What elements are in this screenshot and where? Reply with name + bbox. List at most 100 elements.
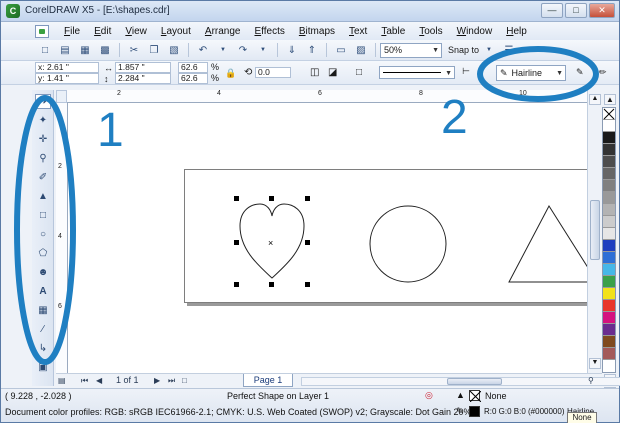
next-page-icon[interactable]: ▶ xyxy=(154,376,160,385)
circle-shape[interactable] xyxy=(369,205,447,283)
redo-dropdown-icon[interactable]: ▼ xyxy=(256,43,270,57)
outline-width-dropdown[interactable]: ✎ Hairline ▼ xyxy=(496,65,566,81)
menu-window[interactable]: Window xyxy=(450,26,500,37)
import-icon[interactable]: ⇓ xyxy=(285,43,299,57)
connector-tool-icon[interactable]: ↳ xyxy=(35,341,51,356)
scroll-up-icon[interactable]: ▲ xyxy=(589,94,601,105)
selection-handle-bottom-left[interactable] xyxy=(234,282,239,287)
menu-view[interactable]: View xyxy=(118,26,154,37)
cut-icon[interactable]: ✂ xyxy=(127,43,141,57)
height-field[interactable]: 2.284 " xyxy=(115,73,171,84)
color-swatch[interactable] xyxy=(603,180,615,192)
drawing-page[interactable]: × xyxy=(184,169,602,303)
copy-icon[interactable]: ❐ xyxy=(147,43,161,57)
to-curves-icon[interactable]: ✏ xyxy=(599,67,607,78)
menu-effects[interactable]: Effects xyxy=(247,26,291,37)
minimize-button[interactable]: — xyxy=(541,3,563,18)
menu-arrange[interactable]: Arrange xyxy=(198,26,248,37)
color-swatch[interactable] xyxy=(603,192,615,204)
width-field[interactable]: 1.857 " xyxy=(115,62,171,73)
rotation-field[interactable]: 0.0 xyxy=(255,67,291,78)
document-icon[interactable] xyxy=(35,24,49,38)
color-swatch[interactable] xyxy=(603,264,615,276)
horizontal-scroll-thumb[interactable] xyxy=(447,378,502,385)
undo-dropdown-icon[interactable]: ▼ xyxy=(216,43,230,57)
text-tool-icon[interactable]: A xyxy=(35,284,51,299)
last-page-icon[interactable]: ⏭ xyxy=(168,376,175,386)
save-icon[interactable]: ▦ xyxy=(78,43,92,57)
horizontal-ruler[interactable]: 2 4 6 8 10 xyxy=(67,90,602,103)
interactive-blend-tool-icon[interactable]: ▣ xyxy=(35,360,51,375)
coreldraw-app-icon[interactable]: C xyxy=(6,4,20,18)
color-swatch[interactable] xyxy=(603,324,615,336)
fill-none-swatch[interactable] xyxy=(469,390,481,402)
color-swatch[interactable] xyxy=(603,252,615,264)
new-document-icon[interactable]: □ xyxy=(38,43,52,57)
arrow-start-icon[interactable]: ⊢ xyxy=(462,66,470,77)
menu-edit[interactable]: Edit xyxy=(87,26,118,37)
rectangle-tool-icon[interactable]: □ xyxy=(35,208,51,223)
ellipse-tool-icon[interactable]: ○ xyxy=(35,227,51,242)
basic-shapes-tool-icon[interactable]: ☻ xyxy=(35,265,51,280)
y-position-field[interactable]: y: 1.41 " xyxy=(35,73,99,84)
horizontal-scrollbar[interactable] xyxy=(301,377,620,386)
drawing-canvas[interactable]: × xyxy=(68,103,602,373)
selection-handle-top-right[interactable] xyxy=(305,196,310,201)
mirror-horizontal-icon[interactable]: ◫ xyxy=(310,67,319,78)
smart-fill-tool-icon[interactable]: ▲ xyxy=(35,189,51,204)
color-swatch[interactable] xyxy=(603,144,615,156)
application-launcher-icon[interactable]: ▭ xyxy=(334,43,348,57)
shape-icon[interactable]: □ xyxy=(356,67,362,78)
color-swatch[interactable] xyxy=(603,240,615,252)
table-tool-icon[interactable]: ▦ xyxy=(35,303,51,318)
color-swatch[interactable] xyxy=(603,300,615,312)
zoom-navigator-icon[interactable]: ⚲ xyxy=(588,376,594,385)
menu-layout[interactable]: Layout xyxy=(154,26,198,37)
shape-tool-icon[interactable]: ✦ xyxy=(35,113,51,128)
options-icon[interactable]: ☰ xyxy=(502,43,516,57)
color-proof-icon[interactable]: ◎ xyxy=(425,390,433,401)
x-position-field[interactable]: x: 2.61 " xyxy=(35,62,99,73)
polygon-tool-icon[interactable]: ⬠ xyxy=(35,246,51,261)
menu-help[interactable]: Help xyxy=(499,26,534,37)
zoom-level-dropdown[interactable]: 50% ▼ xyxy=(380,42,442,58)
add-page-icon[interactable]: □ xyxy=(182,376,187,385)
print-icon[interactable]: ▩ xyxy=(98,43,112,57)
color-swatch[interactable] xyxy=(603,348,615,360)
no-color-swatch[interactable] xyxy=(603,108,615,120)
color-swatch[interactable] xyxy=(603,216,615,228)
color-swatch[interactable] xyxy=(603,168,615,180)
outline-color-swatch[interactable] xyxy=(469,406,480,417)
redo-icon[interactable]: ↷ xyxy=(236,43,250,57)
vertical-ruler[interactable]: 2 4 6 xyxy=(56,103,68,373)
color-swatch[interactable] xyxy=(603,276,615,288)
undo-icon[interactable]: ↶ xyxy=(196,43,210,57)
color-profiles[interactable]: Document color profiles: RGB: sRGB IEC61… xyxy=(5,407,472,417)
maximize-button[interactable]: □ xyxy=(565,3,587,18)
first-page-icon[interactable]: ⏮ xyxy=(81,376,88,386)
menu-tools[interactable]: Tools xyxy=(412,26,449,37)
scale-x-field[interactable]: 62.6 xyxy=(178,62,208,73)
color-swatch[interactable] xyxy=(603,156,615,168)
zoom-tool-icon[interactable]: ⚲ xyxy=(35,151,51,166)
snap-to-chevron-icon[interactable]: ▼ xyxy=(482,43,496,57)
menu-bitmaps[interactable]: Bitmaps xyxy=(292,26,342,37)
lock-ratio-icon[interactable]: 🔒 xyxy=(225,68,236,79)
freehand-tool-icon[interactable]: ✐ xyxy=(35,170,51,185)
pick-tool-icon[interactable]: ➔ xyxy=(35,94,51,109)
convert-outline-icon[interactable]: ✎ xyxy=(576,67,584,78)
selection-handle-mid-left[interactable] xyxy=(234,240,239,245)
paste-icon[interactable]: ▧ xyxy=(167,43,181,57)
color-swatch[interactable] xyxy=(603,288,615,300)
selection-handle-mid-right[interactable] xyxy=(305,240,310,245)
color-swatch[interactable] xyxy=(603,312,615,324)
color-swatch[interactable] xyxy=(603,336,615,348)
menu-text[interactable]: Text xyxy=(342,26,374,37)
scroll-down-icon[interactable]: ▼ xyxy=(589,358,601,369)
mirror-vertical-icon[interactable]: ◪ xyxy=(328,67,337,78)
open-folder-icon[interactable]: ▤ xyxy=(58,43,72,57)
prev-page-icon[interactable]: ◀ xyxy=(96,376,102,385)
selection-handle-top-left[interactable] xyxy=(234,196,239,201)
line-style-dropdown[interactable]: ▼ xyxy=(379,66,455,79)
scroll-thumb[interactable] xyxy=(590,200,600,260)
